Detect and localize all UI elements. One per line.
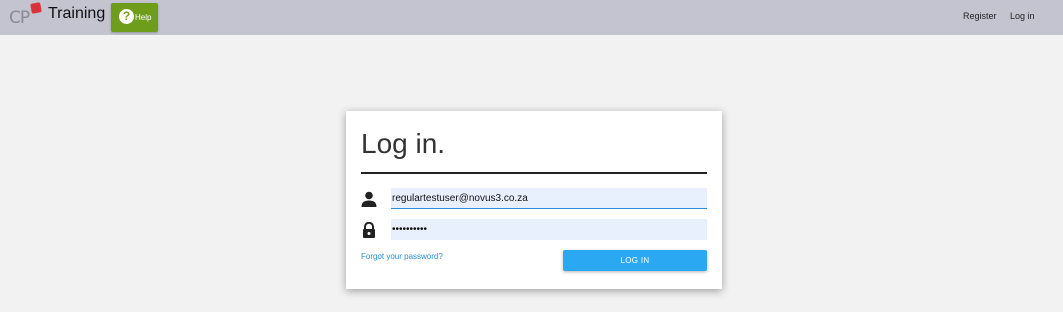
cp-logo[interactable]: CP <box>9 2 43 28</box>
email-field[interactable] <box>391 188 707 209</box>
help-button[interactable]: ? Help <box>111 3 158 32</box>
top-navbar: CP Training ? Help Register Log in <box>0 0 1063 35</box>
logo-badge-icon <box>30 2 42 14</box>
lock-icon <box>363 222 375 238</box>
login-card: Log in. Forgot your password? LOG IN <box>346 111 722 289</box>
logo-text: CP <box>9 8 30 28</box>
password-field[interactable] <box>391 219 707 240</box>
login-link[interactable]: Log in <box>1010 11 1035 21</box>
help-label: Help <box>135 13 152 22</box>
page-title: Log in. <box>361 128 446 159</box>
forgot-password-link[interactable]: Forgot your password? <box>361 252 443 261</box>
login-button[interactable]: LOG IN <box>563 250 707 271</box>
brand-title[interactable]: Training <box>48 5 105 23</box>
register-link[interactable]: Register <box>963 11 997 21</box>
title-divider <box>361 172 707 174</box>
question-circle-icon: ? <box>119 9 134 24</box>
user-icon <box>361 191 377 207</box>
